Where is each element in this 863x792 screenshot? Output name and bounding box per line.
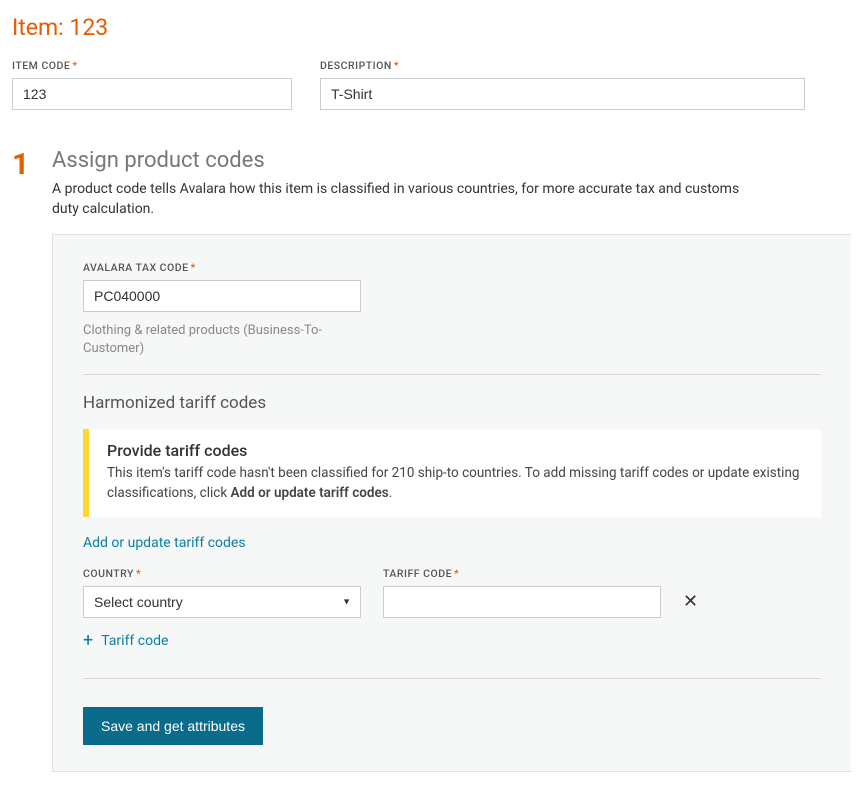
save-button[interactable]: Save and get attributes [83, 707, 263, 745]
tariff-code-field: TARIFF CODE* [383, 567, 661, 618]
item-code-label: ITEM CODE* [12, 59, 292, 72]
description-field-wrapper: DESCRIPTION* [320, 59, 805, 110]
tariff-alert: Provide tariff codes This item's tariff … [83, 429, 821, 517]
description-input[interactable] [320, 78, 805, 110]
section-divider [83, 374, 821, 375]
required-asterisk: * [394, 59, 399, 72]
required-asterisk: * [72, 59, 77, 72]
alert-body-prefix: This item's tariff code hasn't been clas… [107, 465, 799, 501]
item-code-label-text: ITEM CODE [12, 59, 70, 72]
add-update-tariff-link[interactable]: Add or update tariff codes [83, 535, 246, 551]
avalara-tax-code-description: Clothing & related products (Business-To… [83, 322, 323, 358]
country-label: COUNTRY* [83, 567, 361, 580]
product-codes-panel: AVALARA TAX CODE* Clothing & related pro… [52, 234, 851, 773]
step-1-row: 1 Assign product codes A product code te… [12, 148, 851, 772]
page-title: Item: 123 [12, 14, 851, 41]
step-body: Assign product codes A product code tell… [52, 148, 851, 772]
avalara-tax-code-label-text: AVALARA TAX CODE [83, 261, 189, 274]
alert-body-suffix: . [389, 485, 393, 501]
avalara-tax-code-label: AVALARA TAX CODE* [83, 261, 361, 274]
country-field: COUNTRY* Select country ▼ [83, 567, 361, 618]
alert-body-strong: Add or update tariff codes [231, 485, 389, 501]
country-select[interactable]: Select country [83, 586, 361, 618]
section-divider [83, 678, 821, 679]
tariff-code-label-text: TARIFF CODE [383, 567, 452, 580]
required-asterisk: * [191, 261, 196, 274]
remove-row-icon[interactable]: ✕ [683, 591, 698, 618]
country-label-text: COUNTRY [83, 567, 134, 580]
step-description: A product code tells Avalara how this it… [52, 179, 752, 220]
required-asterisk: * [136, 567, 141, 580]
add-tariff-row-label: Tariff code [101, 633, 168, 649]
tariff-alert-title: Provide tariff codes [107, 441, 803, 460]
step-heading: Assign product codes [52, 148, 851, 173]
description-label-text: DESCRIPTION [320, 59, 392, 72]
step-number: 1 [12, 148, 52, 180]
country-select-wrap: Select country ▼ [83, 586, 361, 618]
item-code-input[interactable] [12, 78, 292, 110]
item-code-field-wrapper: ITEM CODE* [12, 59, 292, 110]
top-fields-row: ITEM CODE* DESCRIPTION* [12, 59, 851, 110]
tariff-code-label: TARIFF CODE* [383, 567, 661, 580]
required-asterisk: * [454, 567, 459, 580]
tariff-alert-body: This item's tariff code hasn't been clas… [107, 464, 803, 503]
tariff-code-input[interactable] [383, 586, 661, 618]
description-label: DESCRIPTION* [320, 59, 805, 72]
avalara-tax-code-input[interactable] [83, 280, 361, 312]
add-tariff-row-link[interactable]: + Tariff code [83, 632, 168, 650]
plus-icon: + [83, 632, 93, 650]
harmonized-heading: Harmonized tariff codes [83, 393, 821, 413]
avalara-tax-code-field: AVALARA TAX CODE* [83, 261, 361, 312]
tariff-row: COUNTRY* Select country ▼ TARI [83, 567, 821, 618]
